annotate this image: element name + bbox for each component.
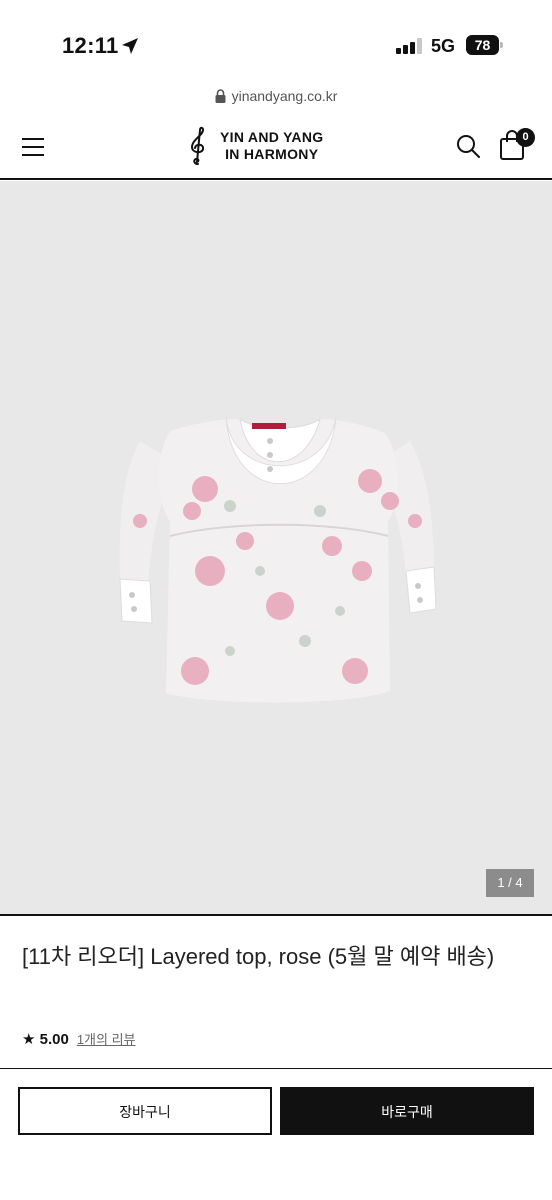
network-type: 5G	[431, 36, 456, 56]
product-rating: ★ 5.00 1개의 리뷰	[22, 1029, 136, 1048]
buy-now-button[interactable]: 바로구매	[280, 1087, 534, 1135]
address-bar[interactable]: yinandyang.co.kr	[0, 88, 552, 114]
product-title: [11차 리오더] Layered top, rose (5월 말 예약 배송)	[22, 944, 495, 969]
cellular-signal-icon	[396, 38, 422, 54]
treble-clef-icon	[190, 126, 205, 165]
cart-count-badge: 0	[516, 128, 535, 147]
rating-score: ★ 5.00	[22, 1030, 69, 1048]
site-logo[interactable]: YIN AND YANG IN HARMONY	[184, 126, 323, 166]
image-page-indicator: 1 / 4	[486, 869, 534, 897]
status-time: 12:11	[62, 33, 119, 58]
product-gallery[interactable]: 1 / 4	[0, 181, 552, 915]
battery-level: 78	[466, 35, 499, 55]
logo-line-1: YIN AND YANG	[220, 129, 324, 145]
battery-icon: 78	[466, 35, 504, 55]
add-to-cart-button[interactable]: 장바구니	[18, 1087, 272, 1135]
gallery-divider	[0, 914, 552, 916]
status-bar: 12:11 5G 78	[0, 0, 552, 88]
hamburger-menu-icon[interactable]	[22, 136, 46, 156]
info-divider	[0, 1068, 552, 1069]
search-icon[interactable]	[456, 134, 480, 158]
review-count-link[interactable]: 1개의 리뷰	[77, 1029, 136, 1048]
location-arrow-icon	[122, 38, 138, 54]
logo-line-2: IN HARMONY	[225, 146, 319, 162]
product-photo[interactable]	[100, 371, 450, 731]
battery-cap	[500, 42, 503, 48]
url-text: yinandyang.co.kr	[231, 88, 338, 104]
lock-icon	[215, 89, 226, 103]
site-header: YIN AND YANG IN HARMONY 0	[0, 114, 552, 180]
